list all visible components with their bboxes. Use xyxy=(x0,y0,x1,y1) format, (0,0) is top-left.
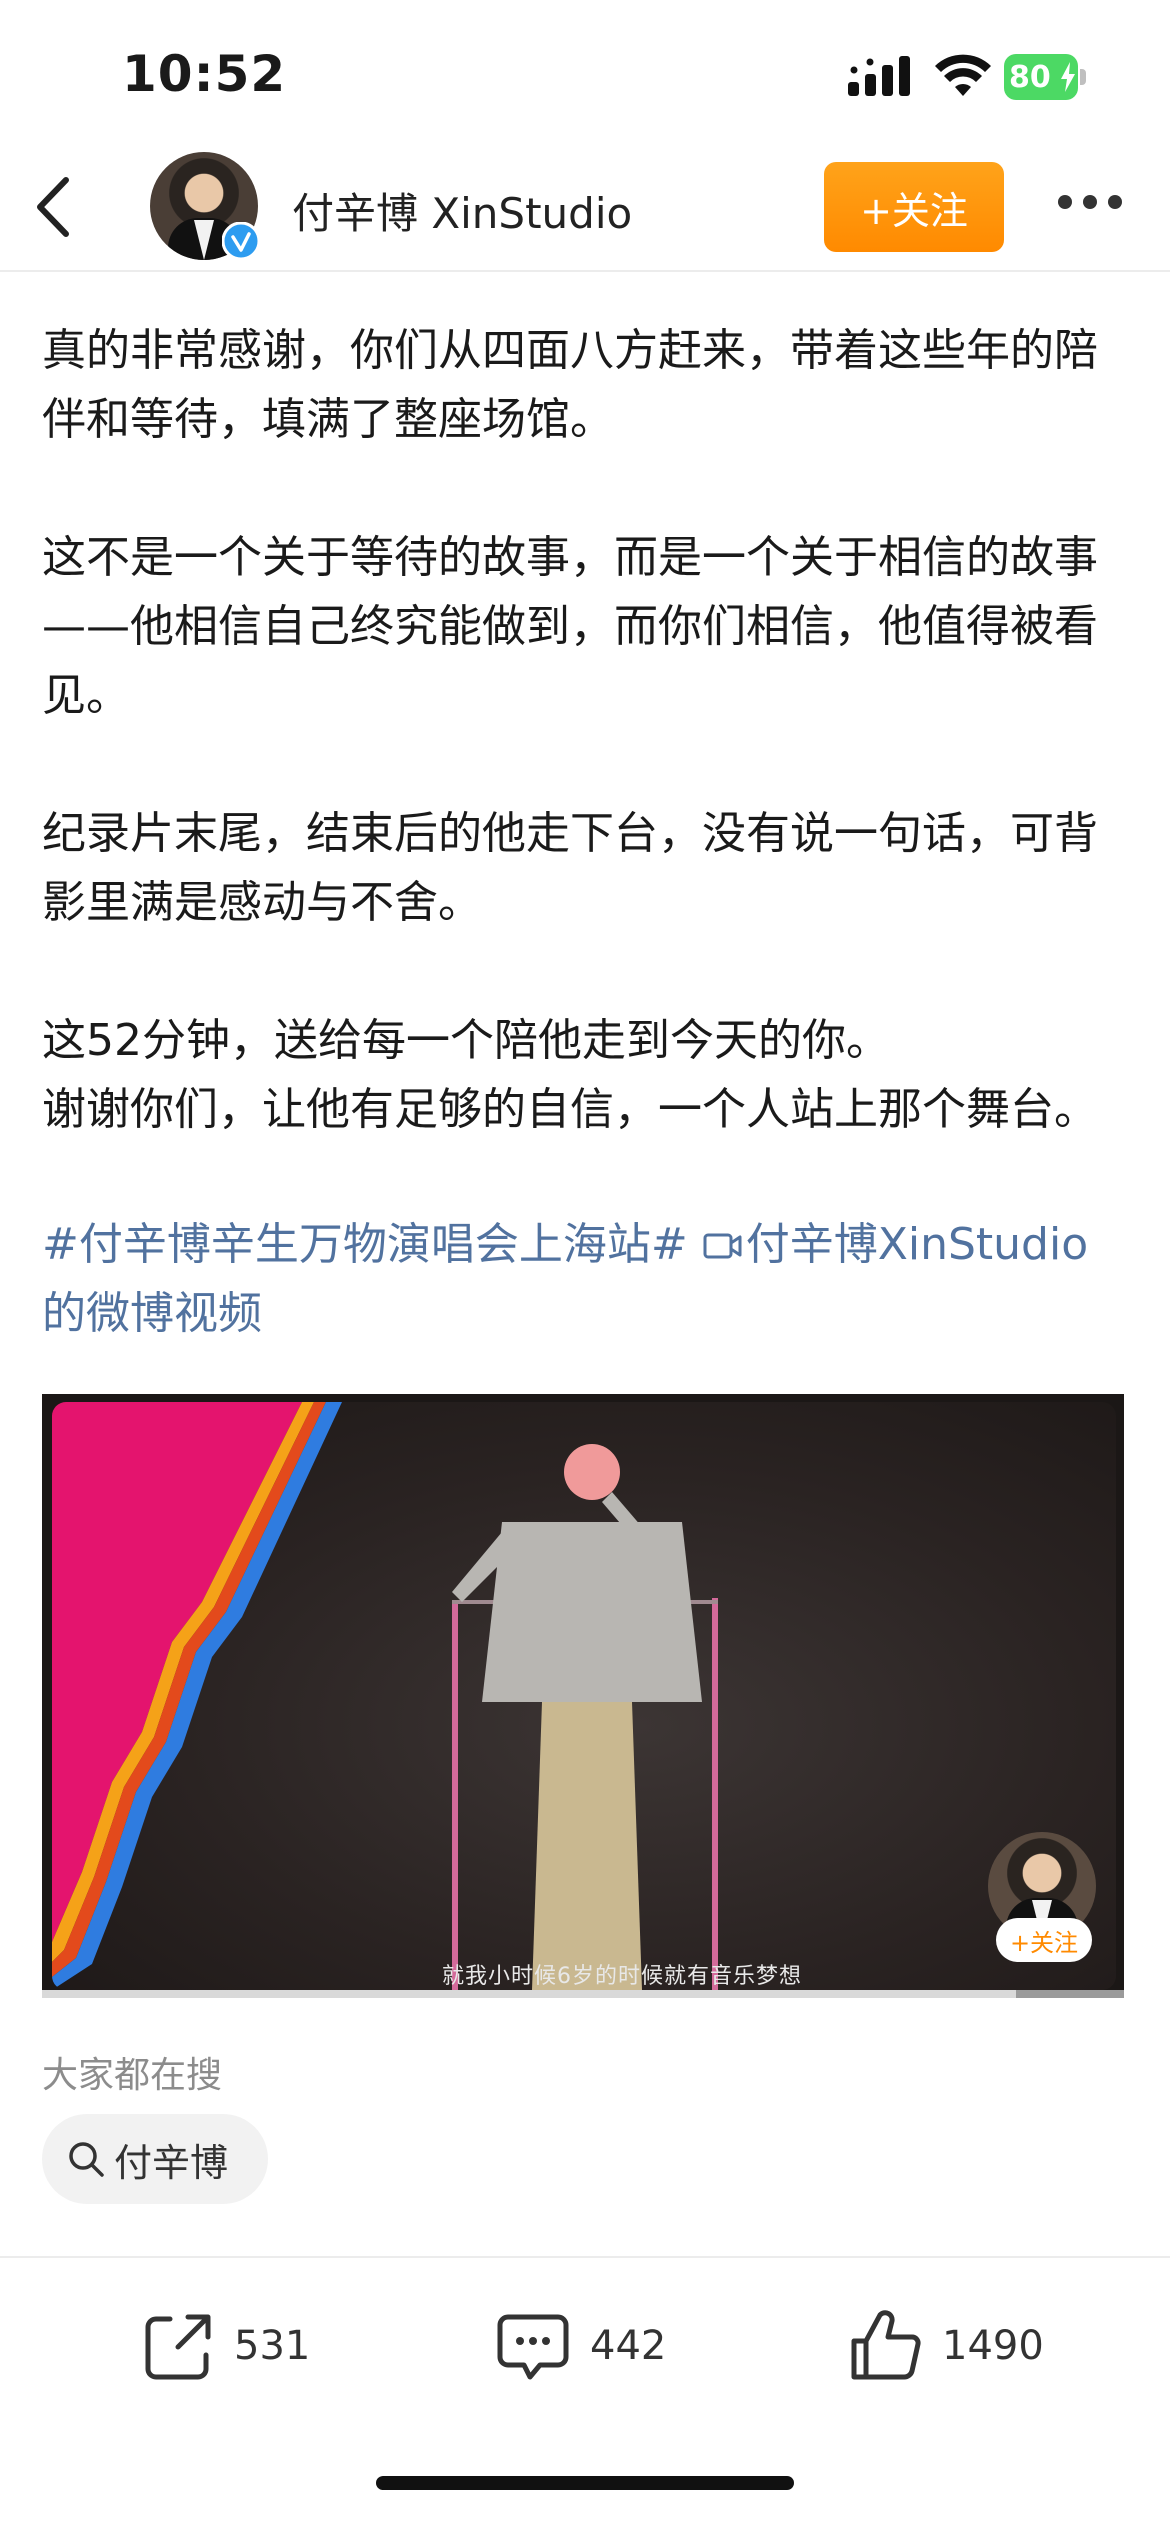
performer-figure xyxy=(452,1444,718,1990)
thumbs-up-icon xyxy=(851,2310,921,2380)
follow-button[interactable]: +关注 xyxy=(824,162,1004,252)
post-paragraph: 谢谢你们，让他有足够的自信，一个人站上那个舞台。 xyxy=(42,1084,1098,1135)
share-icon xyxy=(145,2314,211,2380)
search-suggestion-chip[interactable]: 付辛博 xyxy=(42,2114,268,2204)
hashtag-link[interactable]: #付辛博辛生万物演唱会上海站# xyxy=(42,1219,688,1270)
back-icon[interactable] xyxy=(28,174,78,240)
share-button[interactable]: 531 xyxy=(138,2306,310,2386)
status-bar: 10:52 80 xyxy=(0,0,1170,140)
weibo-post-page: 10:52 80 付辛博 XinStudio +关注 真的非常感谢，你们从四面八… xyxy=(0,0,1170,2532)
post-body: 真的非常感谢，你们从四面八方赶来，带着这些年的陪伴和等待，填满了整座场馆。 这不… xyxy=(42,316,1132,1144)
wifi-icon xyxy=(935,54,991,96)
status-time: 10:52 xyxy=(122,45,287,103)
verified-badge-icon xyxy=(222,222,260,260)
action-bar: 531 442 1490 xyxy=(0,2256,1170,2532)
post-links: #付辛博辛生万物演唱会上海站# 付辛博XinStudio的微博视频 xyxy=(42,1210,1132,1348)
comment-count: 442 xyxy=(590,2323,667,2369)
video-frame: 就我小时候6岁的时候就有音乐梦想 xyxy=(52,1402,1116,1990)
battery-indicator: 80 xyxy=(1004,54,1086,100)
trending-search-label: 大家都在搜 xyxy=(42,2055,223,2096)
video-player[interactable]: 就我小时候6岁的时候就有音乐梦想 +关注 xyxy=(42,1394,1124,1998)
charging-bolt-icon xyxy=(1061,62,1075,92)
video-progress-fill xyxy=(42,1990,1016,1998)
post-header: 付辛博 XinStudio +关注 xyxy=(0,140,1170,272)
battery-level: 80 xyxy=(1009,60,1051,95)
like-count: 1490 xyxy=(942,2323,1044,2369)
video-camera-icon xyxy=(703,1233,742,1259)
comment-button[interactable]: 442 xyxy=(494,2306,666,2386)
share-count: 531 xyxy=(234,2323,311,2369)
video-subtitle: 就我小时候6岁的时候就有音乐梦想 xyxy=(442,1964,802,1989)
comment-icon xyxy=(497,2314,569,2380)
video-follow-button[interactable]: +关注 xyxy=(996,1918,1092,1962)
user-name[interactable]: 付辛博 XinStudio xyxy=(292,180,632,241)
more-options-icon[interactable] xyxy=(1056,192,1124,212)
post-paragraph: 这不是一个关于等待的故事，而是一个关于相信的故事——他相信自己终究能做到，而你们… xyxy=(42,532,1098,721)
post-paragraph: 真的非常感谢，你们从四面八方赶来，带着这些年的陪伴和等待，填满了整座场馆。 xyxy=(42,325,1098,445)
search-icon xyxy=(69,2142,104,2177)
signal-icon xyxy=(848,56,910,96)
like-button[interactable]: 1490 xyxy=(846,2306,1044,2386)
post-paragraph: 纪录片末尾，结束后的他走下台，没有说一句话，可背影里满是感动与不舍。 xyxy=(42,808,1098,928)
post-paragraph: 这52分钟，送给每一个陪他走到今天的你。 xyxy=(42,1015,890,1066)
home-indicator xyxy=(376,2476,794,2490)
search-chip-label: 付辛博 xyxy=(114,2140,229,2185)
